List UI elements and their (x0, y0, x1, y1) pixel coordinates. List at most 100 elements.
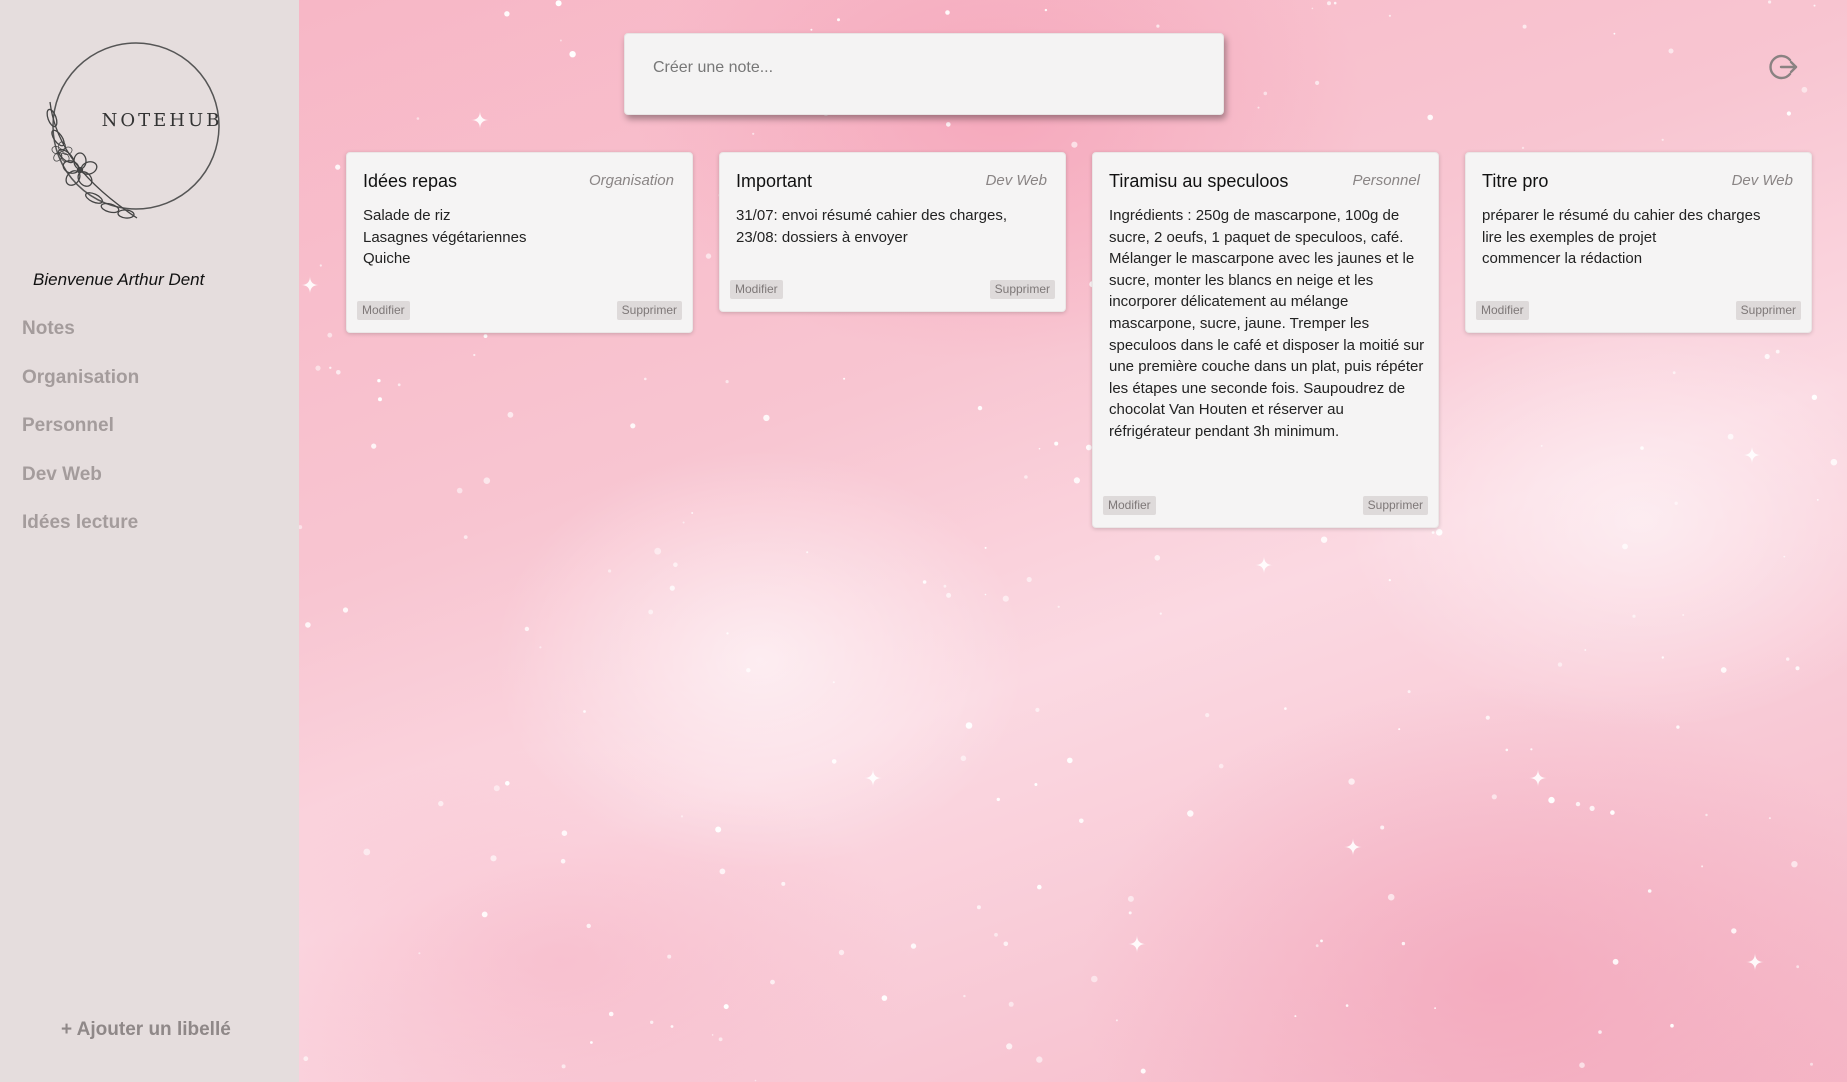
logo-wreath-icon (46, 42, 220, 219)
edit-note-button[interactable]: Modifier (357, 301, 410, 320)
sparkle-dot (1128, 911, 1132, 915)
sparkle-dot (770, 979, 775, 985)
sparkle-dot (608, 569, 612, 573)
sparkle-dot (329, 366, 332, 369)
sidebar-item-notes[interactable]: Notes (22, 313, 139, 362)
sparkle-dot (416, 117, 420, 120)
sparkle-dot (1557, 662, 1563, 667)
sparkle-dot (1764, 353, 1770, 360)
sparkle-dot (1320, 939, 1323, 943)
create-note-box (624, 33, 1224, 115)
sparkle-dot (1054, 441, 1059, 446)
sparkle-dot (1491, 794, 1497, 800)
delete-note-button[interactable]: Supprimer (1362, 496, 1428, 515)
add-label-button[interactable]: + Ajouter un libellé (61, 1019, 231, 1041)
sparkle-dot (1795, 666, 1800, 671)
sparkle-dot (711, 1034, 714, 1036)
sparkle-dot (670, 1025, 674, 1028)
sparkle-dot (1427, 114, 1433, 121)
sparkle-dot (1811, 394, 1818, 400)
sparkle-dot (507, 411, 514, 418)
logout-button[interactable] (1768, 52, 1798, 82)
sparkle-dot (1672, 371, 1676, 375)
sparkle-star (1746, 953, 1764, 971)
sparkle-dot (1008, 1001, 1014, 1007)
note-card: Important Dev Web 31/07: envoi résumé ca… (719, 152, 1066, 312)
sparkle-dot (583, 710, 586, 713)
sparkle-dot (838, 949, 845, 956)
edit-note-button[interactable]: Modifier (730, 280, 783, 299)
sparkle-dot (667, 954, 672, 959)
sidebar-item-dev-web[interactable]: Dev Web (22, 459, 139, 508)
sparkle-dot (1034, 783, 1038, 786)
sparkle-dot (1127, 895, 1134, 902)
note-body: préparer le résumé du cahier des charges… (1482, 207, 1761, 268)
sparkle-dot (1786, 657, 1790, 661)
sparkle-dot (1598, 1030, 1602, 1034)
sparkle-dot (1720, 667, 1727, 673)
sparkle-dot (1701, 865, 1704, 868)
sparkle-dot (315, 365, 321, 371)
note-label: Dev Web (985, 172, 1047, 189)
sparkle-dot (1115, 1019, 1118, 1022)
note-title: Titre pro (1482, 171, 1549, 191)
sparkle-dot (1071, 141, 1078, 148)
sparkle-dot (922, 580, 927, 584)
sparkle-dot (371, 443, 377, 449)
sparkle-dot (1816, 499, 1819, 501)
sparkle-dot (456, 487, 463, 494)
sparkle-dot (1035, 707, 1040, 713)
sparkle-dot (1187, 810, 1194, 817)
sparkle-dot (1579, 1062, 1585, 1068)
delete-note-button[interactable]: Supprimer (989, 280, 1055, 299)
edit-note-button[interactable]: Modifier (1476, 301, 1529, 320)
sparkle-dot (1315, 944, 1319, 948)
sparkle-dot (1540, 444, 1543, 447)
sparkle-star (1255, 556, 1273, 574)
sparkle-dot (781, 881, 786, 886)
sparkle-dot (725, 380, 729, 384)
sparkle-dot (1682, 614, 1685, 616)
sidebar-item-organisation[interactable]: Organisation (22, 362, 139, 411)
sparkle-dot (1003, 941, 1009, 947)
sparkle-dot (984, 593, 987, 596)
delete-note-button[interactable]: Supprimer (1735, 301, 1801, 320)
sparkle-dot (1830, 458, 1838, 466)
sparkle-dot (1522, 24, 1527, 29)
delete-note-button[interactable]: Supprimer (616, 301, 682, 320)
sparkle-dot (945, 10, 950, 15)
sparkle-dot (946, 122, 951, 127)
sidebar-item-personnel[interactable]: Personnel (22, 410, 139, 459)
sparkle-dot (1327, 1, 1331, 6)
sparkle-dot (319, 264, 322, 267)
sparkle-dot (1801, 86, 1808, 93)
note-body: Ingrédients : 250g de mascarpone, 100g d… (1109, 207, 1425, 440)
sparkle-dot (1205, 713, 1210, 718)
sparkle-dot (1091, 975, 1098, 983)
sparkle-dot (682, 521, 685, 524)
sparkle-dot (1530, 748, 1533, 751)
sparkle-dot (1791, 861, 1798, 868)
sparkle-dot (1333, 1, 1337, 5)
sparkle-dot (1435, 529, 1443, 536)
sparkle-dot (1073, 477, 1080, 484)
sparkle-dot (965, 722, 973, 729)
sparkle-dot (438, 800, 444, 807)
sparkle-dot (843, 377, 846, 380)
notehub-logo: NOTEHUB (42, 40, 227, 225)
sparkle-dot (691, 512, 694, 514)
sparkle-star (471, 111, 489, 129)
sparkle-dot (832, 681, 835, 684)
sparkle-dot (1622, 543, 1628, 550)
sparkle-star (864, 769, 882, 787)
sparkle-dot (1610, 810, 1615, 815)
sparkle-dot (1434, 1007, 1436, 1009)
sidebar-item-idees-lecture[interactable]: Idées lecture (22, 507, 139, 556)
sparkle-dot (1705, 813, 1708, 817)
logout-icon (1769, 54, 1798, 80)
create-note-input[interactable] (651, 54, 1195, 82)
edit-note-button[interactable]: Modifier (1103, 496, 1156, 515)
sparkle-star (1743, 446, 1761, 464)
sparkle-dot (669, 585, 675, 591)
sparkle-dot (1315, 80, 1320, 85)
